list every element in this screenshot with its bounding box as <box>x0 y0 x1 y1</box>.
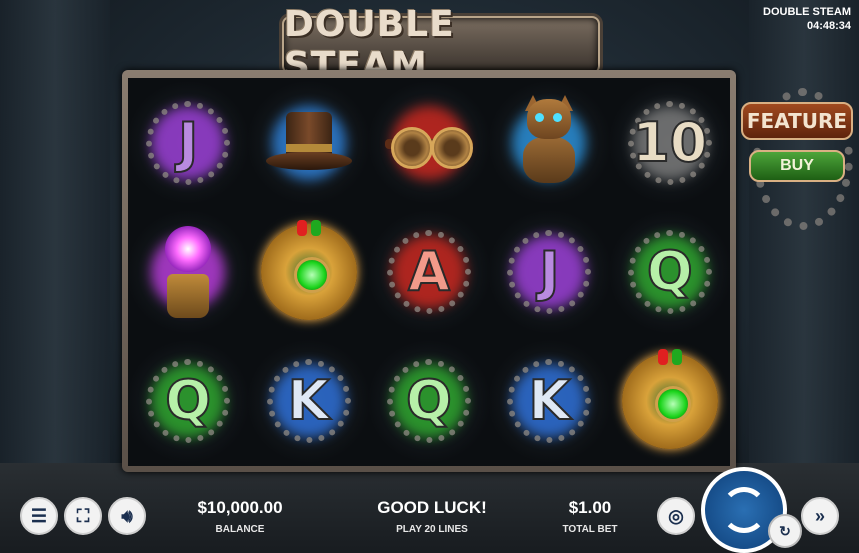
feature-panel: FEATURE BUY <box>741 88 853 230</box>
reel-cell: 10 <box>609 78 730 208</box>
balance-value: $10,000.00 <box>197 498 283 517</box>
symbol-q: Q <box>405 369 453 433</box>
reel-cell <box>248 207 369 337</box>
reel-cell: J <box>489 207 610 337</box>
symbol-k: K <box>287 369 331 433</box>
menu-icon: ☰ <box>30 505 48 526</box>
game-logo: DOUBLE STEAM <box>282 4 600 86</box>
top-hat-symbol-icon <box>264 108 354 178</box>
menu-button[interactable]: ☰ <box>20 497 58 535</box>
reel-cell <box>489 78 610 208</box>
game-title-small: DOUBLE STEAM <box>763 6 851 18</box>
reel-cell: J <box>128 78 249 208</box>
wild-gauge-symbol-icon <box>260 219 357 320</box>
symbol-j: J <box>538 239 560 303</box>
lines-label: PLAY 20 LINES <box>396 524 468 535</box>
status-message: GOOD LUCK! <box>377 498 487 517</box>
coins-icon: ◎ <box>668 505 684 526</box>
turbo-button[interactable]: » <box>801 497 839 535</box>
reel-cell: A <box>368 207 490 337</box>
symbol-q: Q <box>164 369 212 433</box>
top-info: DOUBLE STEAM 04:48:34 <box>763 5 851 33</box>
reel-cell <box>368 78 490 208</box>
plasma-lamp-symbol-icon <box>153 222 223 322</box>
sound-button[interactable]: 🔊︎ <box>108 497 146 535</box>
reel-cell <box>609 336 730 466</box>
symbol-q: Q <box>646 239 694 303</box>
spin-arrows-icon <box>721 487 767 533</box>
symbol-a: A <box>407 239 451 303</box>
reel-cell: K <box>489 336 610 466</box>
fullscreen-icon: ⛶ <box>76 505 90 526</box>
reel-cell: Q <box>368 336 490 466</box>
clock: 04:48:34 <box>806 20 851 32</box>
fullscreen-button[interactable]: ⛶ <box>64 497 102 535</box>
symbol-k: K <box>527 369 571 433</box>
feature-button[interactable]: FEATURE <box>741 102 853 140</box>
cat-symbol-icon <box>509 94 589 191</box>
autoplay-icon: ↻ <box>779 522 791 539</box>
reel-cell <box>128 207 249 337</box>
reel-grid: J 10 A J Q Q K Q K <box>128 78 730 466</box>
reel-cell <box>248 78 369 208</box>
reel-cell: Q <box>128 336 249 466</box>
bet-button[interactable]: ◎ <box>657 497 695 535</box>
symbol-10: 10 <box>631 110 708 174</box>
speaker-icon: 🔊︎ <box>121 505 133 526</box>
autoplay-button[interactable]: ↻ <box>768 514 802 548</box>
balance-label: BALANCE <box>215 524 265 535</box>
reel-cell: K <box>248 336 369 466</box>
fast-forward-icon: » <box>814 505 825 526</box>
goggles-symbol-icon <box>381 113 477 173</box>
symbol-j: J <box>177 110 199 174</box>
total-bet-value: $1.00 <box>568 498 612 517</box>
reel-cell: Q <box>609 207 730 337</box>
wild-gauge-symbol-icon <box>621 349 718 450</box>
buy-feature-button[interactable]: BUY <box>749 150 845 182</box>
total-bet-label: TOTAL BET <box>562 524 618 535</box>
